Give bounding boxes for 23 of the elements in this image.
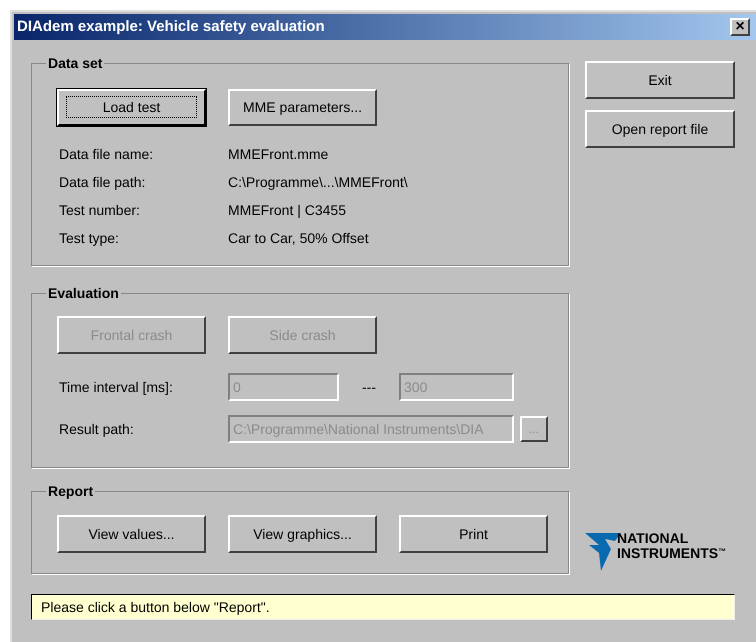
push-button[interactable]: Load test: [57, 89, 206, 126]
close-button[interactable]: ×: [730, 18, 750, 36]
push-button[interactable]: MME parameters...: [228, 89, 377, 126]
push-button[interactable]: View graphics...: [228, 515, 377, 553]
logo-text: NATIONAL: [617, 531, 690, 546]
field-value: MMEFront | C3455: [228, 201, 346, 220]
window-title: DIAdem example: Vehicle safety evaluation: [17, 16, 325, 37]
field-label: Test type:: [58, 229, 120, 248]
field-label: Data file path:: [58, 173, 146, 192]
field-label: Result path:: [58, 420, 135, 439]
push-button[interactable]: View values...: [57, 515, 206, 553]
field-label: Data file name:: [58, 145, 154, 164]
push-button[interactable]: Print: [399, 515, 548, 553]
logo-text: INSTRUMENTS$^{™}$: [617, 546, 726, 561]
field-label: Time interval [ms]:: [58, 378, 174, 397]
push-button[interactable]: Open report file: [585, 110, 735, 148]
field-value: MMEFront.mme: [228, 145, 328, 164]
range-separator: ---: [361, 378, 377, 396]
push-button[interactable]: Exit: [585, 61, 735, 99]
status-bar: Please click a button below "Report".: [31, 594, 735, 620]
field-label: Test number:: [58, 201, 141, 220]
field-value: C:\Programme\...\MMEFront\: [228, 173, 408, 192]
field-value: Car to Car, 50% Offset: [228, 229, 369, 248]
